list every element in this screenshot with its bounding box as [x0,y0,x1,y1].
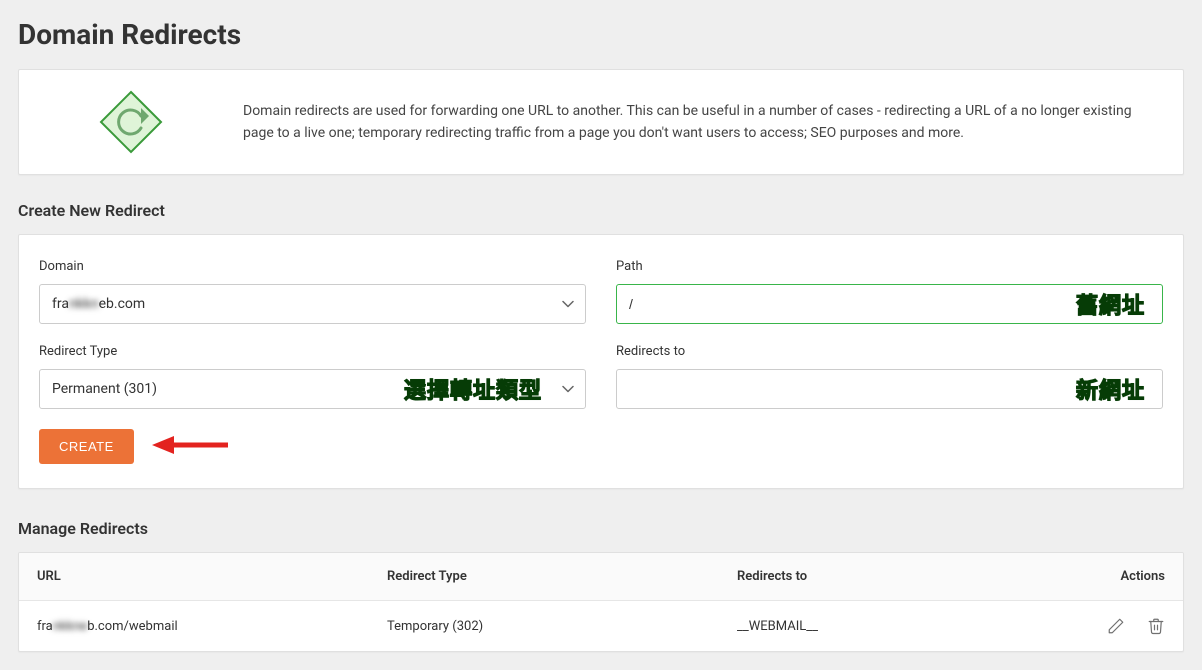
redirect-icon [41,88,221,156]
annotation-arrow-icon [150,432,230,462]
domain-select[interactable]: frankkneb.com [39,284,586,324]
path-input[interactable] [616,284,1163,324]
redirect-type-select[interactable]: Permanent (301) [39,369,586,409]
col-header-url: URL [37,569,387,584]
cell-url: frankkneb.com/webmail [37,619,387,634]
page-title: Domain Redirects [18,18,1184,51]
redirect-type-label: Redirect Type [39,344,586,359]
domain-label: Domain [39,259,586,274]
create-button[interactable]: CREATE [39,429,134,464]
col-header-actions: Actions [1025,569,1165,584]
redirects-to-input[interactable] [616,369,1163,409]
cell-url-blur: nkkne [53,619,87,634]
domain-value-prefix: fra [52,296,69,312]
path-label: Path [616,259,1163,274]
redirect-type-value: Permanent (301) [52,381,157,397]
domain-value-blur: nkkn [69,296,99,312]
trash-icon [1147,617,1165,635]
table-row: frankkneb.com/webmail Temporary (302) __… [19,601,1183,651]
domain-value-suffix: eb.com [99,296,146,312]
cell-to: __WEBMAIL__ [737,619,1025,634]
intro-card: Domain redirects are used for forwarding… [18,69,1184,175]
redirects-to-label: Redirects to [616,344,1163,359]
cell-type: Temporary (302) [387,619,737,634]
edit-button[interactable] [1107,617,1125,635]
cell-url-suffix: b.com/webmail [87,619,177,634]
pencil-icon [1107,617,1125,635]
manage-section-title: Manage Redirects [18,519,1184,538]
intro-description: Domain redirects are used for forwarding… [243,100,1161,145]
col-header-type: Redirect Type [387,569,737,584]
create-form-card: Domain frankkneb.com Path 舊網址 Redirect T… [18,234,1184,489]
delete-button[interactable] [1147,617,1165,635]
manage-table: URL Redirect Type Redirects to Actions f… [18,552,1184,652]
col-header-to: Redirects to [737,569,1025,584]
table-header: URL Redirect Type Redirects to Actions [19,553,1183,601]
cell-url-prefix: fra [37,619,53,634]
create-section-title: Create New Redirect [18,201,1184,220]
